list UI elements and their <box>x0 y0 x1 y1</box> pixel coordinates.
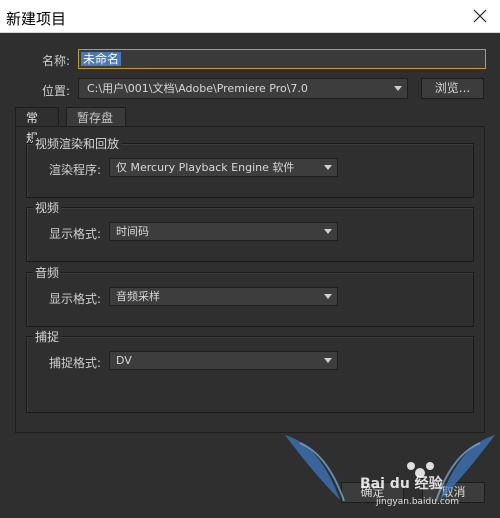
group-title: 捕捉 <box>33 328 62 345</box>
chevron-down-icon <box>324 229 332 234</box>
location-label: 位置: <box>42 84 71 98</box>
tab-general[interactable]: 常规 <box>15 107 59 145</box>
capture-format-label: 捕捉格式: <box>49 356 102 370</box>
watermark-url: jingyan.baidu.com <box>376 497 460 507</box>
baidu-watermark: Bai du 经验 jingyan.baidu.com <box>280 405 500 518</box>
tab-panel-general: 视频渲染和回放 渲染程序: 仅 Mercury Playback Engine … <box>15 126 485 433</box>
audio-format-label: 显示格式: <box>49 292 102 306</box>
video-format-value: 时间码 <box>116 225 149 238</box>
capture-format-value: DV <box>116 354 132 367</box>
group-video: 视频 显示格式: 时间码 <box>26 199 474 262</box>
window-title: 新建项目 <box>6 10 67 28</box>
renderer-value: 仅 Mercury Playback Engine 软件 <box>116 161 295 174</box>
name-label: 名称: <box>42 54 71 68</box>
audio-format-value: 音频采样 <box>116 290 160 303</box>
audio-display-format-select[interactable]: 音频采样 <box>109 287 338 306</box>
chevron-down-icon <box>324 165 332 170</box>
close-icon[interactable] <box>470 6 490 26</box>
video-display-format-select[interactable]: 时间码 <box>109 222 338 241</box>
project-name-input[interactable]: 未命名 <box>78 49 486 69</box>
chevron-down-icon <box>394 86 402 91</box>
tab-scratch-disks[interactable]: 暂存盘 <box>66 107 126 127</box>
group-title: 视频 <box>33 199 62 216</box>
watermark-brand: Bai du 经验 <box>360 476 443 492</box>
project-name-value: 未命名 <box>81 52 122 66</box>
group-audio: 音频 显示格式: 音频采样 <box>26 264 474 327</box>
chevron-down-icon <box>324 294 332 299</box>
browse-button[interactable]: 浏览... <box>421 78 484 99</box>
location-select[interactable]: C:\用户\001\文档\Adobe\Premiere Pro\7.0 <box>78 78 408 99</box>
video-format-label: 显示格式: <box>49 227 102 241</box>
location-value: C:\用户\001\文档\Adobe\Premiere Pro\7.0 <box>87 82 308 95</box>
group-title: 音频 <box>33 264 62 281</box>
group-title: 视频渲染和回放 <box>33 135 122 152</box>
capture-format-select[interactable]: DV <box>109 351 338 370</box>
group-capture: 捕捉 捕捉格式: DV <box>26 328 474 413</box>
renderer-label: 渲染程序: <box>49 163 102 177</box>
group-video-rendering: 视频渲染和回放 渲染程序: 仅 Mercury Playback Engine … <box>26 135 474 198</box>
title-bar: 新建项目 <box>0 0 500 33</box>
renderer-select[interactable]: 仅 Mercury Playback Engine 软件 <box>109 158 338 177</box>
chevron-down-icon <box>324 358 332 363</box>
